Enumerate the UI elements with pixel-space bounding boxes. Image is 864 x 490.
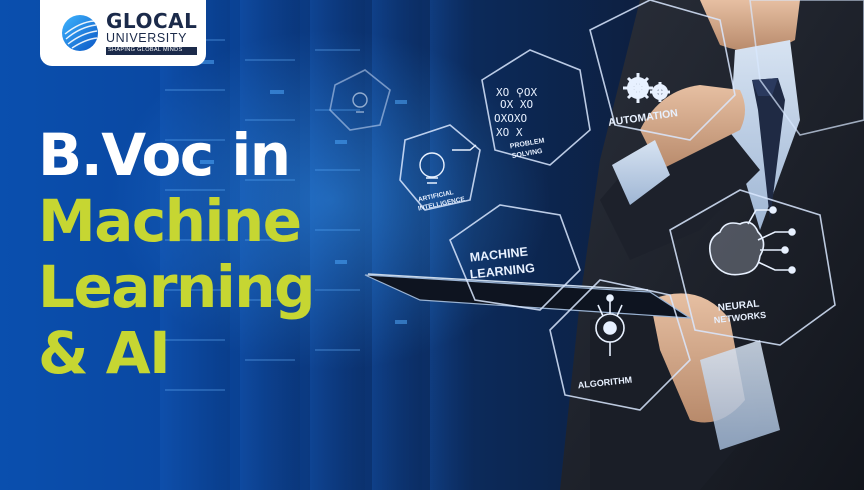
brand-tagline: SHAPING GLOBAL MINDS — [106, 46, 198, 55]
banner: GLOCAL UNIVERSITY SHAPING GLOBAL MINDS B… — [0, 0, 864, 490]
headline-line-3: Learning — [38, 253, 316, 321]
brand-subtitle: UNIVERSITY — [106, 31, 188, 46]
brand-name: GLOCAL — [106, 9, 198, 34]
globe-logo-icon — [62, 15, 98, 51]
logo-card[interactable]: GLOCAL UNIVERSITY SHAPING GLOBAL MINDS — [40, 0, 206, 66]
headline-line-4: & AI — [38, 319, 171, 387]
label-learning: LEARNING — [469, 261, 535, 282]
xo-row-3: OXOXO — [494, 112, 527, 125]
ai-hologram-illustration: AUTOMATION PROBLEM SOLVING ARTIFICIAL IN… — [329, 0, 864, 490]
headline-line-2: Machine — [38, 187, 302, 255]
xo-row-2: OX XO — [500, 98, 533, 111]
lightbulb-icon — [352, 92, 477, 184]
logo-text: GLOCAL UNIVERSITY SHAPING GLOBAL MINDS — [106, 9, 198, 55]
tic-tac-toe-icon: XO ⚲OX OX XO OXOXO XO X — [494, 86, 538, 139]
headline-line-1: B.Voc in — [38, 121, 291, 189]
headline: B.Voc in Machine Learning & AI — [38, 121, 316, 387]
xo-row-4: XO X — [496, 126, 523, 139]
